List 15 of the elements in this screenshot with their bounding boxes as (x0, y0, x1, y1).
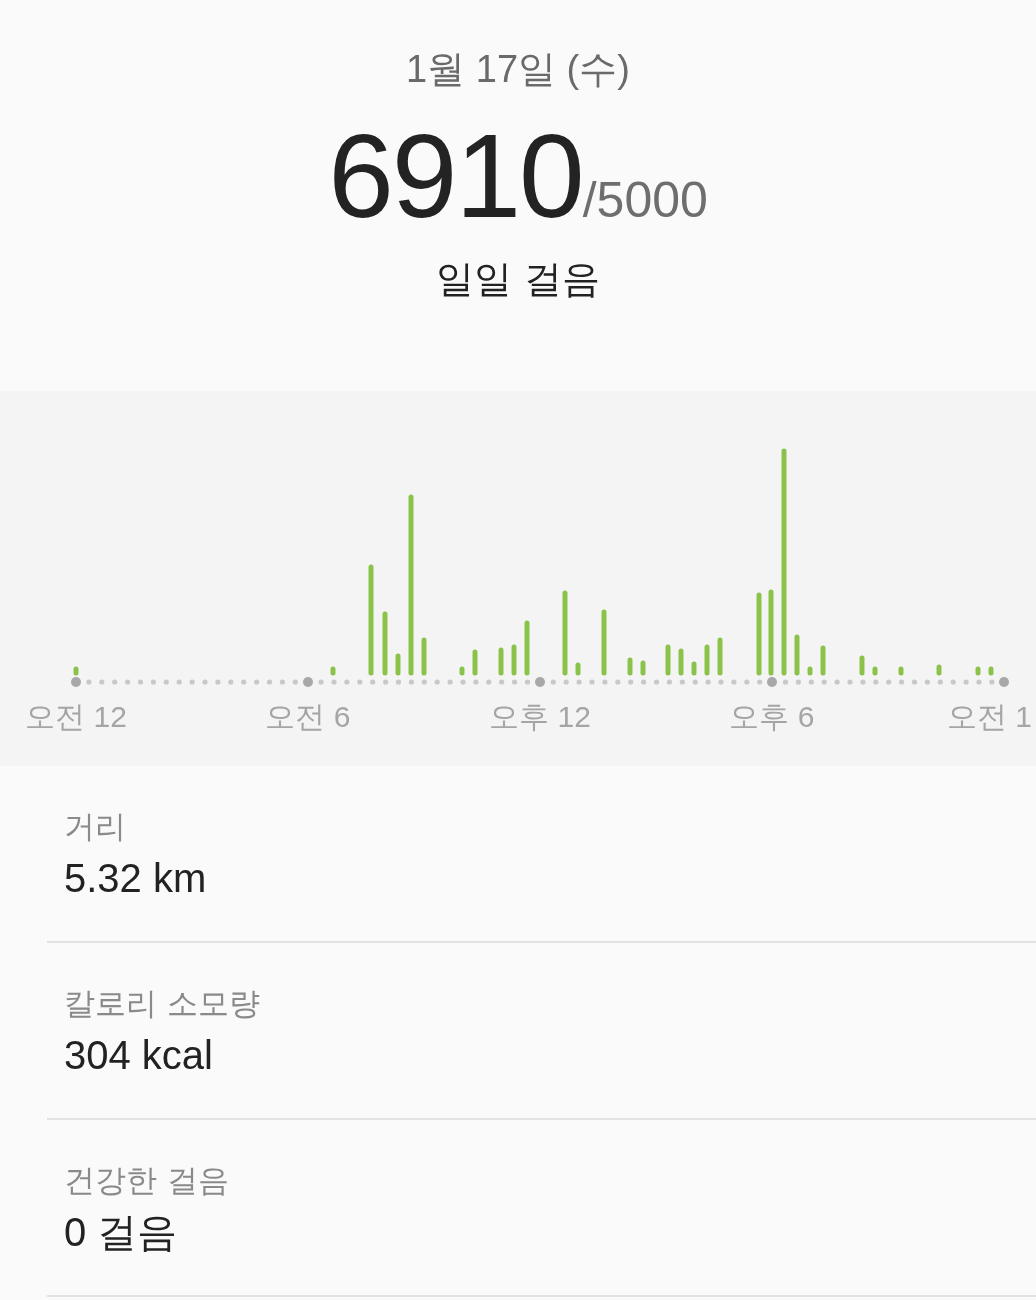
time-axis-label: 오전 1 (946, 700, 1032, 733)
stat-value: 0 걸음 (64, 1209, 179, 1256)
stat-label: 칼로리 소모량 (64, 984, 261, 1023)
stat-value: 304 kcal (64, 1032, 214, 1079)
stat-label: 거리 (64, 807, 127, 846)
time-axis-label: 오전 6 (265, 700, 351, 733)
time-axis-label: 오후 6 (729, 700, 815, 733)
daily-steps-label: 일일 걸음 (435, 256, 601, 303)
step-goal: /5000 (582, 171, 708, 229)
step-count: 6910 (328, 116, 583, 236)
time-axis-label: 오전 12 (25, 700, 127, 733)
stat-value: 5.32 km (64, 855, 208, 902)
stat-label: 건강한 걸음 (64, 1161, 230, 1200)
time-axis-label: 오후 12 (489, 700, 591, 733)
date-title: 1월 17일 (수) (406, 47, 630, 92)
